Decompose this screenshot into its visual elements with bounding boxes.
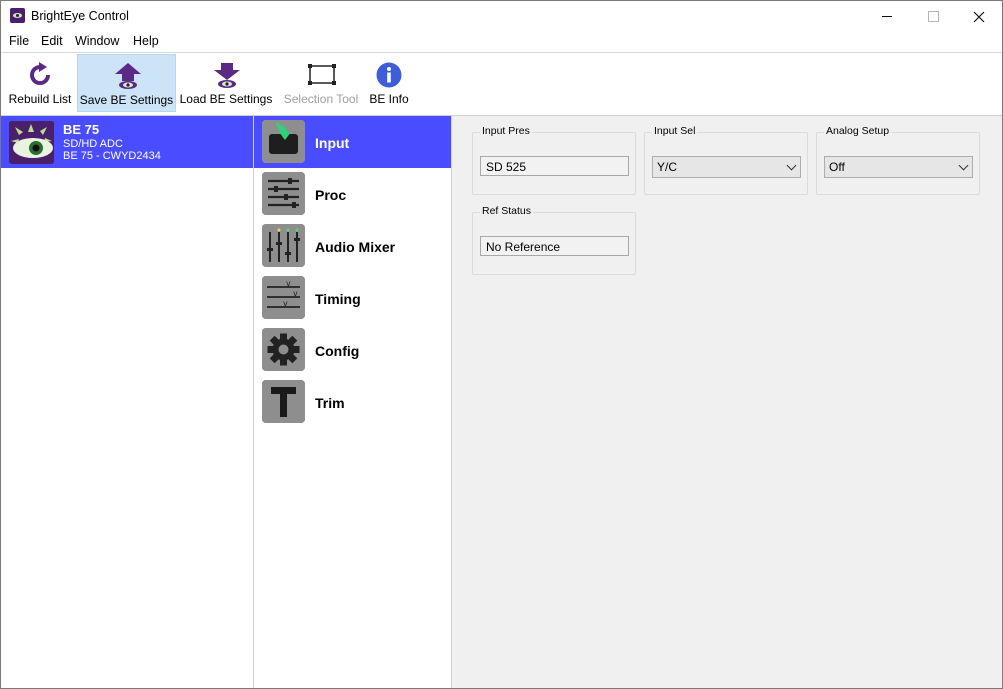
analog-setup-label: Analog Setup xyxy=(824,125,892,137)
category-input[interactable]: Input xyxy=(254,116,451,168)
svg-text:v: v xyxy=(286,279,291,288)
be-info-button[interactable]: BE Info xyxy=(365,54,413,110)
input-sel-dropdown[interactable]: Y/C xyxy=(652,156,801,178)
menu-help[interactable]: Help xyxy=(133,34,159,48)
title-bar[interactable]: BrightEye Control xyxy=(1,1,1002,32)
input-sel-group: Input Sel Y/C xyxy=(644,125,808,195)
device-type: SD/HD ADC xyxy=(63,138,123,150)
menu-edit[interactable]: Edit xyxy=(41,34,63,48)
analog-setup-dropdown[interactable]: Off xyxy=(824,156,973,178)
menu-window[interactable]: Window xyxy=(75,34,119,48)
info-icon xyxy=(375,61,403,89)
load-be-settings-button[interactable]: Load BE Settings xyxy=(179,54,273,110)
svg-text:v: v xyxy=(283,299,288,308)
timing-icon: vvv xyxy=(262,276,305,319)
upload-eye-icon xyxy=(113,62,141,90)
app-window: BrightEye Control File Edit Window Help … xyxy=(0,0,1003,689)
ref-status-label: Ref Status xyxy=(480,205,534,217)
minimize-icon xyxy=(882,16,892,17)
menu-file[interactable]: File xyxy=(9,34,29,48)
toolbar: Rebuild List Save BE Settings Load BE Se… xyxy=(1,53,1002,116)
download-eye-icon xyxy=(212,61,240,89)
svg-text:v: v xyxy=(293,289,298,298)
menu-bar: File Edit Window Help xyxy=(1,32,1002,53)
rebuild-list-button[interactable]: Rebuild List xyxy=(5,54,75,110)
category-timing[interactable]: vvv Timing xyxy=(254,272,451,324)
input-pres-group: Input Pres SD 525 xyxy=(472,125,636,195)
input-sel-label: Input Sel xyxy=(652,125,698,137)
brighteye-logo-icon xyxy=(9,121,54,164)
selection-tool-button[interactable]: Selection Tool xyxy=(281,54,361,110)
device-name: BE 75 xyxy=(63,122,100,137)
settings-panel: Input Pres SD 525 Input Sel Y/C Analog S… xyxy=(452,116,1002,688)
analog-setup-value: Off xyxy=(829,160,845,174)
category-proc[interactable]: Proc xyxy=(254,168,451,220)
maximize-icon xyxy=(927,11,939,22)
input-icon xyxy=(262,120,305,163)
device-list: BE 75 SD/HD ADC BE 75 - CWYD2434 xyxy=(1,116,254,688)
input-pres-field: SD 525 xyxy=(480,156,629,176)
save-be-settings-button[interactable]: Save BE Settings xyxy=(77,54,176,112)
audio-mixer-icon xyxy=(262,224,305,267)
ref-status-field: No Reference xyxy=(480,236,629,256)
gear-icon xyxy=(262,328,305,371)
analog-setup-group: Analog Setup Off xyxy=(816,125,980,195)
window-title: BrightEye Control xyxy=(31,9,129,23)
category-config[interactable]: Config xyxy=(254,324,451,376)
ref-status-group: Ref Status No Reference xyxy=(472,205,636,275)
close-button[interactable] xyxy=(956,1,1002,32)
chevron-down-icon xyxy=(786,160,797,171)
category-audio-mixer[interactable]: Audio Mixer xyxy=(254,220,451,272)
maximize-button[interactable] xyxy=(910,1,956,32)
category-trim[interactable]: Trim xyxy=(254,376,451,428)
chevron-down-icon xyxy=(958,160,969,171)
device-list-item[interactable]: BE 75 SD/HD ADC BE 75 - CWYD2434 xyxy=(1,116,253,168)
input-pres-label: Input Pres xyxy=(480,125,532,137)
refresh-icon xyxy=(26,61,54,89)
input-sel-value: Y/C xyxy=(657,160,678,174)
category-list: Input Proc Audio Mixer vvv Timing Config xyxy=(254,116,452,688)
proc-sliders-icon xyxy=(262,172,305,215)
selection-rectangle-icon xyxy=(307,61,336,89)
close-icon xyxy=(973,11,985,22)
device-serial: BE 75 - CWYD2434 xyxy=(63,150,161,162)
brighteye-app-icon xyxy=(10,8,25,23)
trim-letter-t-icon xyxy=(262,380,305,423)
minimize-button[interactable] xyxy=(864,1,910,32)
